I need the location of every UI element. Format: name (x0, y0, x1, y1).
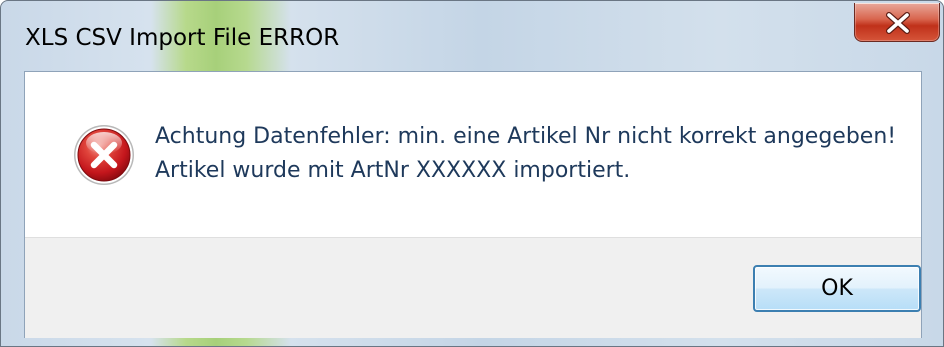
error-message: Achtung Datenfehler: min. eine Artikel N… (155, 120, 896, 188)
error-icon (74, 125, 134, 185)
window-title: XLS CSV Import File ERROR (25, 25, 340, 51)
title-bar[interactable]: XLS CSV Import File ERROR (1, 1, 943, 71)
message-area: Achtung Datenfehler: min. eine Artikel N… (25, 72, 921, 237)
dialog-window: XLS CSV Import File ERROR Achtung Datenf… (0, 0, 944, 347)
error-message-line-1: Achtung Datenfehler: min. eine Artikel N… (155, 124, 897, 149)
button-bar: OK (25, 237, 921, 338)
ok-button[interactable]: OK (753, 265, 921, 312)
dialog-client-area: Achtung Datenfehler: min. eine Artikel N… (24, 71, 922, 338)
close-icon (886, 12, 910, 34)
close-button[interactable] (854, 3, 940, 42)
error-message-line-2: Artikel wurde mit ArtNr XXXXXX importier… (155, 158, 631, 183)
